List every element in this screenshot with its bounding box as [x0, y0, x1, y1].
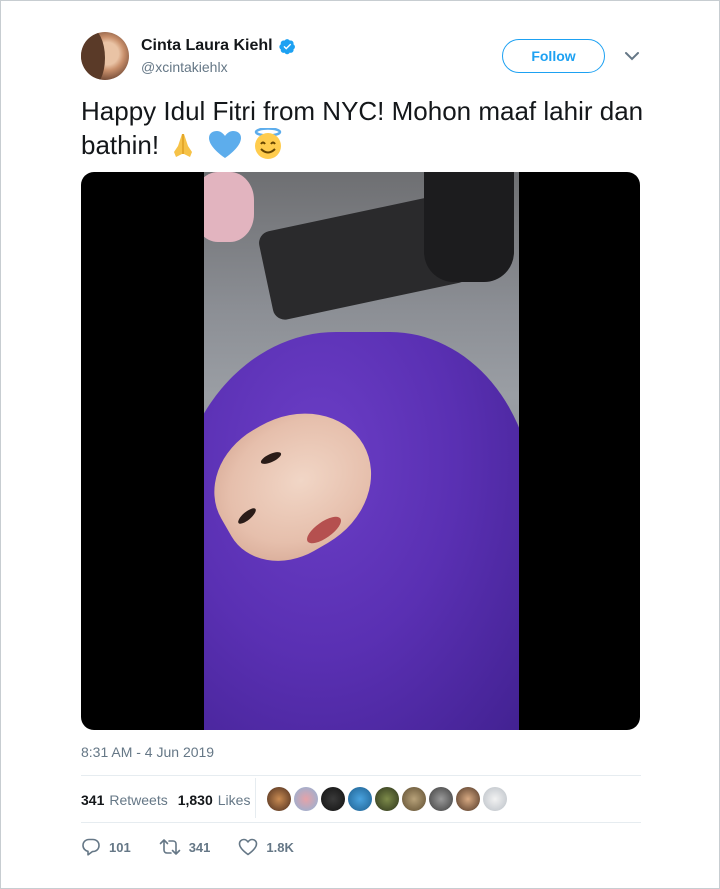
- video-pink-shape: [204, 172, 254, 242]
- video-frame: [204, 172, 519, 730]
- liker-avatar[interactable]: [375, 787, 399, 811]
- retweet-icon: [159, 839, 181, 855]
- like-count: 1.8K: [266, 839, 294, 855]
- likes-label[interactable]: Likes: [218, 792, 251, 808]
- author-name-row[interactable]: Cinta Laura Kiehl: [141, 36, 296, 56]
- tweet-text-body: Happy Idul Fitri from NYC! Mohon maaf la…: [81, 96, 644, 160]
- divider-top: [81, 775, 641, 776]
- liker-avatar[interactable]: [321, 787, 345, 811]
- chevron-down-icon[interactable]: [623, 49, 641, 63]
- heart-icon: [239, 838, 258, 856]
- tweet-timestamp[interactable]: 8:31 AM - 4 Jun 2019: [81, 744, 214, 760]
- retweet-button[interactable]: 341: [159, 837, 211, 857]
- likes-count[interactable]: 1,830: [178, 792, 213, 808]
- liker-avatar[interactable]: [267, 787, 291, 811]
- likers-avatars: [267, 787, 507, 811]
- retweets-count[interactable]: 341: [81, 792, 104, 808]
- liker-avatar[interactable]: [429, 787, 453, 811]
- stats-separator: [255, 778, 256, 818]
- video-legs-shape: [424, 172, 514, 282]
- liker-avatar[interactable]: [294, 787, 318, 811]
- tweet-actions: 101 341 1.8K: [81, 835, 322, 859]
- follow-button[interactable]: Follow: [502, 39, 605, 73]
- author-avatar[interactable]: [81, 32, 129, 80]
- tweet-text: Happy Idul Fitri from NYC! Mohon maaf la…: [81, 94, 651, 162]
- divider-bottom: [81, 822, 641, 823]
- avatar-hair-shape: [81, 32, 105, 80]
- author-handle[interactable]: @xcintakiehlx: [141, 59, 228, 75]
- liker-avatar[interactable]: [348, 787, 372, 811]
- tweet-video[interactable]: [81, 172, 640, 730]
- like-button[interactable]: 1.8K: [238, 837, 294, 857]
- retweet-count: 341: [188, 839, 211, 855]
- retweets-label[interactable]: Retweets: [109, 792, 167, 808]
- folded-hands-icon: [174, 134, 193, 157]
- reply-icon: [82, 838, 100, 856]
- liker-avatar[interactable]: [483, 787, 507, 811]
- author-display-name[interactable]: Cinta Laura Kiehl: [141, 37, 273, 55]
- tweet-card: Cinta Laura Kiehl @xcintakiehlx Follow H…: [0, 0, 720, 889]
- reply-count: 101: [109, 839, 131, 855]
- liker-avatar[interactable]: [402, 787, 426, 811]
- smiling-face-with-halo-icon: [254, 128, 282, 159]
- liker-avatar[interactable]: [456, 787, 480, 811]
- blue-heart-icon: [208, 131, 241, 158]
- reply-button[interactable]: 101: [81, 837, 131, 857]
- verified-badge-icon: [278, 38, 295, 54]
- tweet-stats: 341 Retweets 1,830 Likes: [81, 790, 260, 810]
